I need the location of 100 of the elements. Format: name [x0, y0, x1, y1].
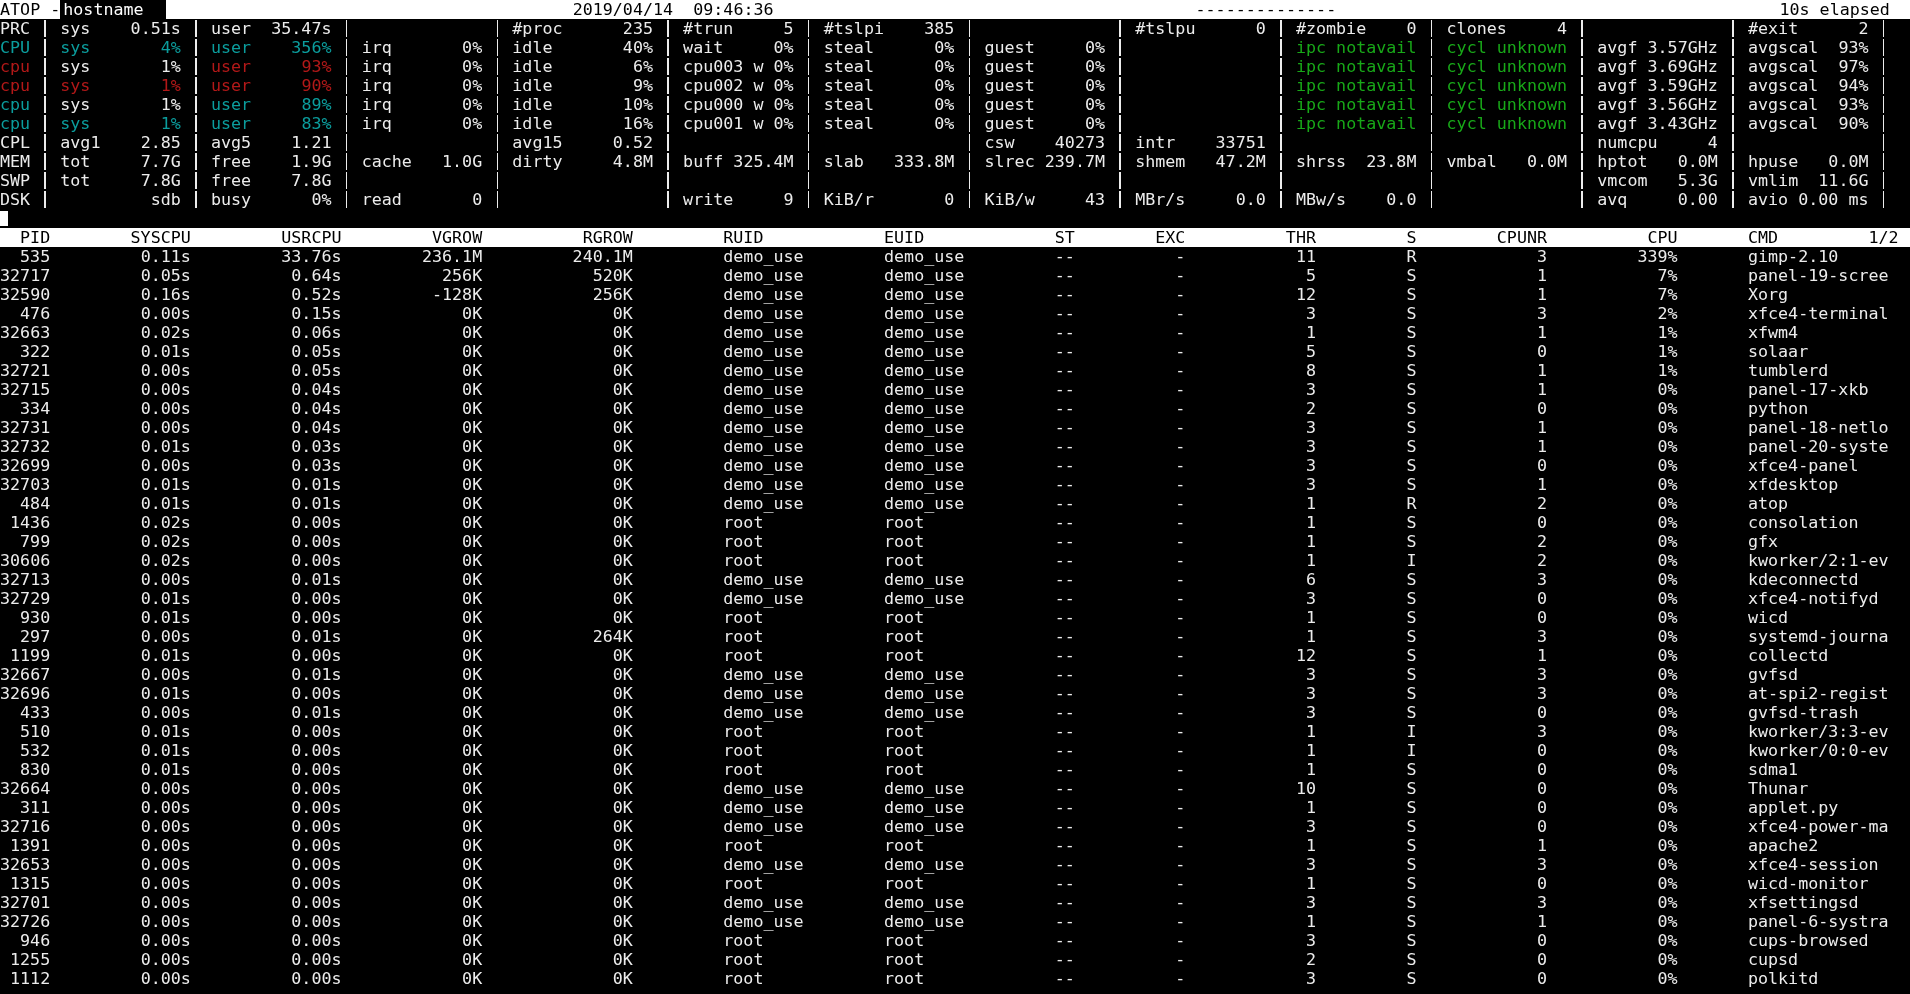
table-cell: cupsd: [1747, 949, 1799, 969]
table-cell: root: [723, 607, 764, 627]
metric-name: avgscal: [1747, 76, 1819, 95]
table-cell: 0.64s: [291, 265, 342, 285]
table-cell: root: [884, 968, 925, 988]
table-cell: demo_use: [723, 436, 804, 456]
table-cell: 0%: [1657, 588, 1678, 608]
table-cell: S: [1406, 417, 1417, 437]
date-time: 2019/04/14 09:46:36: [572, 0, 774, 19]
table-cell: -: [1175, 569, 1186, 589]
table-cell: root: [884, 721, 925, 741]
metric-name: user: [210, 19, 252, 38]
metric-value: unknown: [1495, 114, 1568, 133]
table-cell: 3: [1305, 968, 1316, 988]
table-cell: 0.01s: [140, 721, 191, 741]
table-cell: -: [1175, 626, 1186, 646]
table-cell: demo_use: [884, 702, 965, 722]
table-cell: 2: [1537, 550, 1548, 570]
column-header: SYSCPU: [130, 227, 191, 247]
table-cell: 311: [20, 797, 51, 817]
table-cell: 1: [1305, 911, 1316, 931]
metric-value: 0.0M: [1525, 152, 1568, 171]
table-cell: demo_use: [723, 360, 804, 380]
metric-name: KiB/w: [984, 190, 1035, 209]
metric-value: 4: [1706, 133, 1718, 152]
table-cell: demo_use: [884, 493, 965, 513]
table-cell: 0.01s: [140, 436, 191, 456]
metric-value: 0%: [933, 114, 955, 133]
table-cell: --: [1054, 512, 1075, 532]
row-label: MEM: [0, 152, 32, 171]
table-cell: --: [1054, 911, 1075, 931]
metric-value: notavail: [1335, 76, 1417, 95]
table-cell: 0.00s: [291, 607, 342, 627]
metric-name: ipc: [1295, 38, 1327, 57]
table-cell: 1%: [1657, 341, 1678, 361]
metric-value: 7.7G: [139, 152, 181, 171]
table-cell: --: [1054, 569, 1075, 589]
table-cell: demo_use: [884, 683, 965, 703]
metric-name: vmcom: [1597, 171, 1648, 190]
table-cell: 3: [1305, 588, 1316, 608]
metric-value: 0.00 ms: [1797, 190, 1869, 209]
table-cell: demo_use: [884, 797, 965, 817]
table-cell: 0K: [612, 930, 633, 950]
table-cell: 2: [1537, 531, 1548, 551]
table-cell: S: [1406, 607, 1417, 627]
table-cell: S: [1406, 854, 1417, 874]
table-cell: 476: [20, 303, 51, 323]
table-cell: 0: [1537, 512, 1548, 532]
table-cell: demo_use: [723, 398, 804, 418]
table-cell: gvfsd: [1747, 664, 1799, 684]
column-header: VGROW: [431, 227, 483, 247]
metric-name: cycl: [1446, 76, 1487, 95]
table-cell: 32703: [0, 474, 51, 494]
metric-name: guest: [984, 38, 1035, 57]
metric-name: sys: [60, 19, 91, 38]
table-cell: 0K: [462, 417, 483, 437]
table-cell: 1: [1305, 626, 1316, 646]
table-cell: -: [1175, 303, 1186, 323]
table-cell: -: [1175, 759, 1186, 779]
metric-value: 239.7M: [1043, 152, 1106, 171]
table-cell: 0K: [462, 303, 483, 323]
metric-name: sys: [60, 57, 91, 76]
metric-value: 2.85: [139, 133, 181, 152]
table-cell: root: [723, 968, 764, 988]
table-cell: demo_use: [723, 493, 804, 513]
table-cell: 0%: [1657, 645, 1678, 665]
table-cell: 0.01s: [140, 607, 191, 627]
metric-name: MBr/s: [1135, 190, 1186, 209]
table-cell: 0%: [1657, 835, 1678, 855]
table-cell: --: [1054, 474, 1075, 494]
table-cell: 0K: [462, 341, 483, 361]
table-cell: 3: [1305, 474, 1316, 494]
table-cell: root: [884, 626, 925, 646]
table-cell: 0%: [1657, 816, 1678, 836]
table-cell: xfce4-panel: [1747, 455, 1859, 475]
metric-value: 0%: [1083, 95, 1106, 114]
table-cell: 0%: [1657, 398, 1678, 418]
table-cell: 0K: [612, 417, 633, 437]
table-cell: 8: [1305, 360, 1316, 380]
metric-value: 1%: [159, 95, 181, 114]
table-cell: 3: [1305, 379, 1316, 399]
table-cell: 3: [1305, 702, 1316, 722]
table-cell: kworker/0:0-ev: [1747, 740, 1889, 760]
metric-name: irq: [361, 114, 392, 133]
metric-value: 3.43GHz: [1646, 114, 1718, 133]
table-cell: --: [1054, 645, 1075, 665]
table-cell: 1: [1305, 512, 1316, 532]
table-cell: at-spi2-regist: [1747, 683, 1889, 703]
table-cell: 0: [1537, 797, 1548, 817]
table-cell: 0%: [1657, 531, 1678, 551]
table-cell: root: [723, 645, 764, 665]
metric-value: 235: [621, 19, 653, 38]
column-header: RGROW: [582, 227, 633, 247]
table-cell: demo_use: [723, 892, 804, 912]
table-cell: 32732: [0, 436, 51, 456]
metric-name: KiB/r: [823, 190, 874, 209]
table-cell: S: [1406, 626, 1417, 646]
metric-name: idle: [512, 76, 553, 95]
table-cell: 7%: [1657, 265, 1678, 285]
table-cell: xfce4-terminal: [1747, 303, 1889, 323]
